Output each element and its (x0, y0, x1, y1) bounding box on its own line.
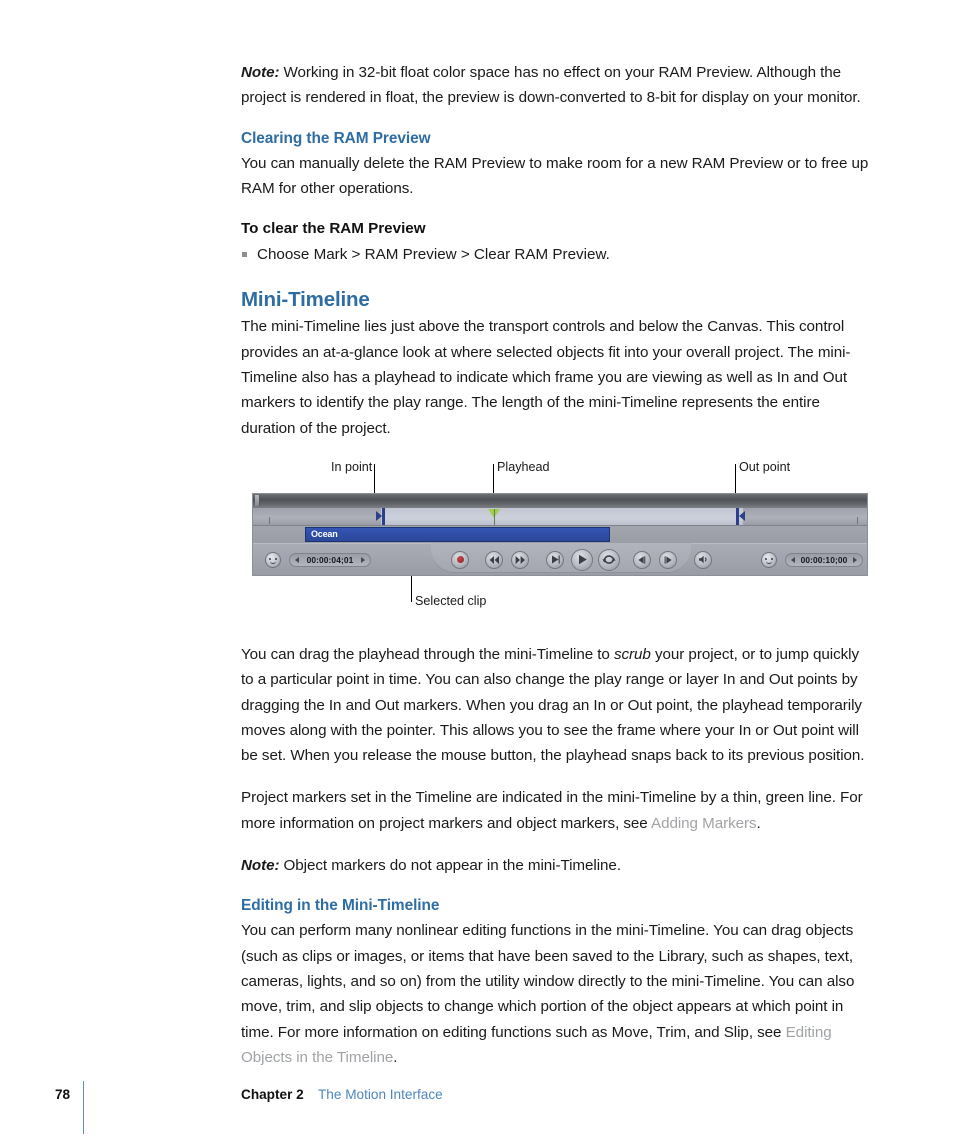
procedure-heading-to-clear-ram-preview: To clear the RAM Preview (241, 220, 426, 238)
subsection-heading-clearing-ram-preview: Clearing the RAM Preview (241, 129, 431, 147)
step-backward-icon (638, 556, 646, 564)
paragraph-project-markers: Project markers set in the Timeline are … (241, 785, 875, 836)
step-backward-button[interactable] (633, 550, 651, 569)
loop-icon (602, 555, 616, 564)
play-backward-icon (551, 555, 560, 564)
paragraph-text-part-b: your project, or to jump quickly to a pa… (241, 645, 865, 765)
callout-label-in-point: In point (331, 459, 373, 474)
footer-divider (83, 1081, 84, 1134)
project-duration-value: 00:00:10;00 (800, 554, 848, 565)
project-end-icon (761, 551, 777, 568)
playhead-marker[interactable] (488, 508, 501, 525)
ruler-tick (269, 516, 270, 524)
playhead-line (494, 508, 495, 525)
footer-chapter-number: Chapter 2 (241, 1087, 304, 1102)
out-point-triangle-icon (739, 510, 745, 521)
paragraph-text-part-a: Project markers set in the Timeline are … (241, 789, 863, 832)
square-bullet-icon (242, 252, 247, 258)
subsection-body-editing-in-mini-timeline: You can perform many nonlinear editing f… (241, 918, 875, 1070)
emphasis-scrub: scrub (613, 645, 651, 663)
note-label: Note: (241, 857, 280, 875)
current-time-value: 00:00:04;01 (306, 554, 354, 565)
window-resize-nub-icon (255, 494, 260, 506)
ruler-tick (857, 516, 858, 524)
go-to-end-icon (515, 555, 525, 564)
paragraph-text-part-a: You can perform many nonlinear editing f… (241, 922, 855, 1041)
note-text: Working in 32-bit float color space has … (241, 64, 861, 107)
stepper-right-arrow-icon[interactable] (853, 556, 857, 563)
play-icon (578, 555, 587, 565)
mini-timeline-figure: In point Playhead Out point Selected cli… (241, 458, 875, 624)
note-paragraph-2: Note: Object markers do not appear in the… (241, 853, 875, 878)
record-dot-icon (456, 556, 464, 564)
subsection-body-clearing-ram-preview: You can manually delete the RAM Preview … (241, 154, 869, 197)
go-to-start-button[interactable] (485, 550, 503, 569)
audio-button[interactable] (694, 550, 712, 569)
subsection-heading-editing-in-mini-timeline: Editing in the Mini-Timeline (241, 897, 440, 915)
section-heading-mini-timeline: Mini-Timeline (241, 288, 370, 312)
in-point-bar (382, 507, 385, 525)
step-forward-button[interactable] (659, 550, 677, 569)
section-body-mini-timeline: The mini-Timeline lies just above the tr… (241, 318, 851, 437)
footer-chapter-title: The Motion Interface (318, 1087, 443, 1102)
note-label: Note: (241, 64, 280, 81)
stepper-left-arrow-icon[interactable] (295, 556, 299, 563)
callout-label-out-point: Out point (739, 459, 791, 474)
go-to-end-button[interactable] (511, 550, 529, 569)
out-point-marker[interactable] (736, 507, 746, 525)
project-duration-icon (265, 551, 281, 568)
play-backward-button[interactable] (546, 550, 564, 569)
paragraph-text-part-b: . (756, 814, 761, 832)
icon-detail (766, 560, 772, 564)
canvas-bottom-edge (253, 493, 867, 508)
page-number: 78 (55, 1087, 71, 1102)
project-duration-field[interactable]: 00:00:10;00 (785, 552, 863, 567)
clip-name-label: Ocean (311, 528, 338, 539)
step-forward-icon (664, 556, 672, 564)
stepper-right-arrow-icon[interactable] (361, 556, 365, 563)
procedure-step-list: Choose Mark > RAM Preview > Clear RAM Pr… (241, 242, 875, 267)
icon-detail (270, 560, 276, 564)
selected-clip[interactable]: Ocean (305, 526, 610, 542)
document-page: Note: Working in 32-bit float color space… (0, 0, 954, 1145)
cross-reference-link-adding-markers[interactable]: Adding Markers (651, 815, 757, 832)
record-button[interactable] (451, 550, 469, 569)
mini-timeline-track[interactable]: Ocean (253, 525, 867, 543)
paragraph-drag-playhead: You can drag the playhead through the mi… (241, 642, 875, 768)
current-time-field[interactable]: 00:00:04;01 (289, 552, 371, 567)
mini-timeline-ruler[interactable] (253, 507, 867, 526)
mini-timeline-window: Ocean 00:00:04;01 00:00:10;00 (252, 492, 868, 576)
list-item: Choose Mark > RAM Preview > Clear RAM Pr… (241, 242, 875, 267)
note-text: Object markers do not appear in the mini… (283, 857, 622, 875)
callout-label-playhead: Playhead (497, 459, 550, 474)
page-content: Note: Working in 32-bit float color space… (241, 60, 875, 1070)
paragraph-text-part-b: . (393, 1048, 398, 1066)
in-point-marker[interactable] (375, 507, 385, 525)
loop-playback-button[interactable] (598, 548, 620, 571)
speaker-icon (698, 556, 706, 564)
transport-controls-bar: 00:00:04;01 00:00:10;00 (253, 542, 867, 575)
play-range-bar[interactable] (381, 507, 743, 525)
procedure-step-text: Choose Mark > RAM Preview > Clear RAM Pr… (257, 246, 610, 264)
paragraph-text-part-a: You can drag the playhead through the mi… (241, 645, 614, 663)
note-paragraph-1: Note: Working in 32-bit float color space… (241, 60, 875, 111)
stepper-left-arrow-icon[interactable] (791, 556, 795, 563)
callout-label-selected-clip: Selected clip (415, 593, 487, 608)
play-button[interactable] (571, 548, 593, 571)
go-to-start-icon (489, 555, 499, 564)
